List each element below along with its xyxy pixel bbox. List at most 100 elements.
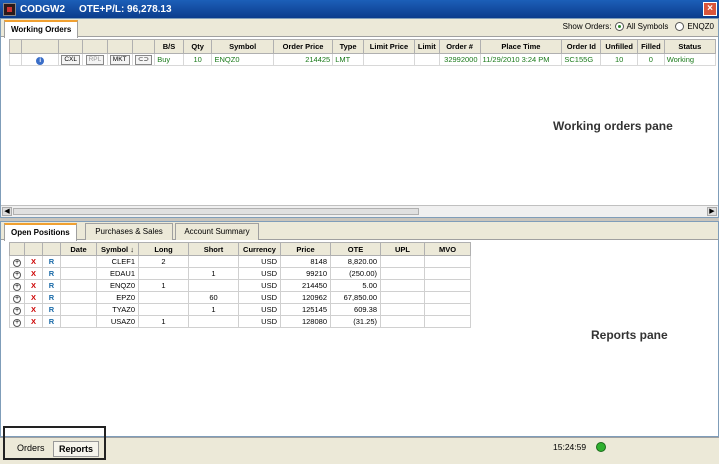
col-bs[interactable]: B/S xyxy=(154,39,184,54)
position-symbol: USAZ0 xyxy=(96,315,139,328)
col-upl[interactable]: UPL xyxy=(380,242,425,256)
col-symbol[interactable]: Symbol xyxy=(211,39,274,54)
position-long: 2 xyxy=(138,255,189,268)
show-orders-label: Show Orders: xyxy=(562,22,612,31)
position-row[interactable]: + X R EDAU1 1 USD 99210 (250.00) xyxy=(9,267,471,280)
radio-all-symbols[interactable] xyxy=(614,22,624,31)
position-ote: (250.00) xyxy=(330,267,381,280)
position-currency: USD xyxy=(238,267,281,280)
reverse-position-button[interactable]: R xyxy=(42,267,61,280)
col-unfilled[interactable]: Unfilled xyxy=(600,39,639,54)
tab-working-orders[interactable]: Working Orders xyxy=(4,20,79,38)
reverse-position-button[interactable]: R xyxy=(42,255,61,268)
expand-icon[interactable]: + xyxy=(13,294,21,303)
position-ote: 67,850.00 xyxy=(330,291,381,304)
col-currency[interactable]: Currency xyxy=(238,242,281,256)
position-ote: 8,820.00 xyxy=(330,255,381,268)
position-row[interactable]: + X R CLEF1 2 USD 8148 8,820.00 xyxy=(9,255,471,268)
col-limit[interactable]: Limit xyxy=(414,39,440,54)
position-row[interactable]: + X R EPZ0 60 USD 120962 67,850.00 xyxy=(9,291,471,304)
reverse-position-button[interactable]: R xyxy=(42,315,61,328)
col-status[interactable]: Status xyxy=(663,39,717,54)
position-row[interactable]: + X R USAZ0 1 USD 128080 (31.25) xyxy=(9,315,471,328)
col-filled[interactable]: Filled xyxy=(637,39,665,54)
ote-pl-label: OTE+P/L: 96,278.13 xyxy=(79,3,172,15)
tab-reports[interactable]: Reports xyxy=(53,441,100,457)
close-position-button[interactable]: X xyxy=(24,255,43,268)
link-icon[interactable]: ⊂⊃ xyxy=(135,55,152,65)
order-row[interactable]: i CXL RPL MKT ⊂⊃ Buy 10 ENQZ0 214425 LMT… xyxy=(8,53,717,66)
position-row[interactable]: + X R TYAZ0 1 USD 125145 609.38 xyxy=(9,303,471,316)
tab-orders[interactable]: Orders xyxy=(12,441,50,455)
close-position-button[interactable]: X xyxy=(24,315,43,328)
col-mvo[interactable]: MVO xyxy=(424,242,471,256)
expand-icon[interactable]: + xyxy=(13,306,21,315)
reverse-position-button[interactable]: R xyxy=(42,291,61,304)
col-date[interactable]: Date xyxy=(60,242,97,256)
tab-account-summary[interactable]: Account Summary xyxy=(175,223,259,240)
status-bar xyxy=(0,437,719,464)
close-position-button[interactable]: X xyxy=(24,291,43,304)
reverse-position-button[interactable]: R xyxy=(42,303,61,316)
scroll-right-icon[interactable]: ▶ xyxy=(707,207,717,216)
col-type[interactable]: Type xyxy=(332,39,364,54)
position-symbol: EDAU1 xyxy=(96,267,139,280)
order-place-time: 11/29/2010 3:24 PM xyxy=(479,53,563,66)
col-pos-symbol[interactable]: Symbol ↓ xyxy=(96,242,139,256)
close-button[interactable]: × xyxy=(703,2,717,16)
close-position-button[interactable]: X xyxy=(24,267,43,280)
position-long xyxy=(138,303,189,316)
col-short[interactable]: Short xyxy=(188,242,239,256)
connection-status-icon xyxy=(596,442,606,452)
col-long[interactable]: Long xyxy=(138,242,189,256)
col-limit-price[interactable]: Limit Price xyxy=(362,39,416,54)
radio-symbol-label: ENQZ0 xyxy=(687,22,714,31)
position-short: 1 xyxy=(188,267,239,280)
col-order-no[interactable]: Order # xyxy=(438,39,481,54)
order-id: SC155G xyxy=(561,53,602,66)
position-currency: USD xyxy=(238,279,281,292)
position-price: 120962 xyxy=(280,291,331,304)
position-price: 99210 xyxy=(280,267,331,280)
tab-purchases-sales[interactable]: Purchases & Sales xyxy=(85,223,173,240)
close-position-button[interactable]: X xyxy=(24,279,43,292)
scrollbar-thumb[interactable] xyxy=(13,208,419,215)
expand-icon[interactable]: + xyxy=(13,258,21,267)
scroll-left-icon[interactable]: ◀ xyxy=(2,207,12,216)
position-long: 1 xyxy=(138,315,189,328)
close-position-button[interactable]: X xyxy=(24,303,43,316)
app-icon xyxy=(3,2,16,16)
title-bar: CODGW2 OTE+P/L: 96,278.13 × xyxy=(0,0,719,18)
col-order-price[interactable]: Order Price xyxy=(272,39,334,54)
position-price: 8148 xyxy=(280,255,331,268)
order-symbol: ENQZ0 xyxy=(211,53,274,66)
tab-open-positions[interactable]: Open Positions xyxy=(4,223,77,241)
cancel-order-button[interactable]: CXL xyxy=(61,55,81,65)
reverse-position-button[interactable]: R xyxy=(42,279,61,292)
order-bs: Buy xyxy=(154,53,184,66)
position-long xyxy=(138,267,189,280)
expand-icon[interactable]: + xyxy=(13,318,21,327)
replace-order-button[interactable]: RPL xyxy=(85,55,105,65)
position-short: 1 xyxy=(188,303,239,316)
order-qty: 10 xyxy=(182,53,213,66)
position-price: 214450 xyxy=(280,279,331,292)
order-status: Working xyxy=(663,53,717,66)
market-order-button[interactable]: MKT xyxy=(109,55,130,65)
expand-icon[interactable]: + xyxy=(13,270,21,279)
position-short: 60 xyxy=(188,291,239,304)
position-row[interactable]: + X R ENQZ0 1 USD 214450 5.00 xyxy=(9,279,471,292)
col-qty[interactable]: Qty xyxy=(182,39,213,54)
radio-symbol-filter[interactable] xyxy=(675,22,685,31)
order-number: 32992000 xyxy=(438,53,481,66)
col-ote[interactable]: OTE xyxy=(330,242,381,256)
orders-table: B/S Qty Symbol Order Price Type Limit Pr… xyxy=(8,39,717,66)
orders-horizontal-scrollbar[interactable]: ◀ ▶ xyxy=(1,205,718,217)
info-icon[interactable]: i xyxy=(36,56,45,65)
expand-icon[interactable]: + xyxy=(13,282,21,291)
col-place-time[interactable]: Place Time xyxy=(479,39,563,54)
orders-header-row: B/S Qty Symbol Order Price Type Limit Pr… xyxy=(8,39,717,54)
col-order-id[interactable]: Order Id xyxy=(561,39,602,54)
col-price[interactable]: Price xyxy=(280,242,331,256)
position-symbol: EPZ0 xyxy=(96,291,139,304)
